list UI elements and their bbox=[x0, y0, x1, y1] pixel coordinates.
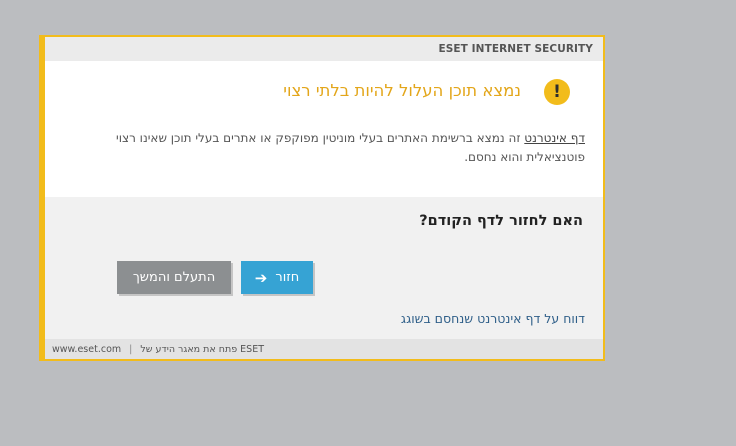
warning-exclamation-icon: ! bbox=[544, 79, 570, 105]
arrow-right-icon: ➔ bbox=[254, 268, 268, 287]
dialog-titlebar: ESET INTERNET SECURITY bbox=[45, 37, 603, 61]
ignore-and-continue-button[interactable]: התעלם והמשך bbox=[117, 261, 231, 294]
eset-website-link[interactable]: www.eset.com bbox=[52, 344, 121, 355]
knowledge-base-link[interactable]: פתח את מאגר הידע של ESET bbox=[140, 344, 264, 355]
dialog-footer: www.eset.com | פתח את מאגר הידע של ESET bbox=[45, 339, 603, 359]
return-question: האם לחזור לדף הקודם? bbox=[419, 213, 583, 229]
description-text: זה נמצא ברשימת האתרים בעלי מוניטין מפוקפ… bbox=[116, 131, 585, 164]
back-button[interactable]: חזור ➔ bbox=[241, 261, 313, 294]
description-link-term[interactable]: דף אינטרנט bbox=[524, 131, 585, 145]
footer-separator: | bbox=[129, 344, 133, 355]
blocked-content-dialog: ESET INTERNET SECURITY ! נמצא תוכן העלול… bbox=[39, 35, 605, 361]
app-title: ESET INTERNET SECURITY bbox=[438, 43, 593, 55]
report-blocked-page-link[interactable]: דווח על דף אינטרנט שנחסם בשוגג bbox=[401, 311, 585, 326]
warning-description: דף אינטרנט זה נמצא ברשימת האתרים בעלי מו… bbox=[115, 129, 585, 167]
back-button-label: חזור bbox=[275, 270, 300, 285]
warning-headline: נמצא תוכן העלול להיות בלתי רצוי bbox=[283, 81, 521, 100]
